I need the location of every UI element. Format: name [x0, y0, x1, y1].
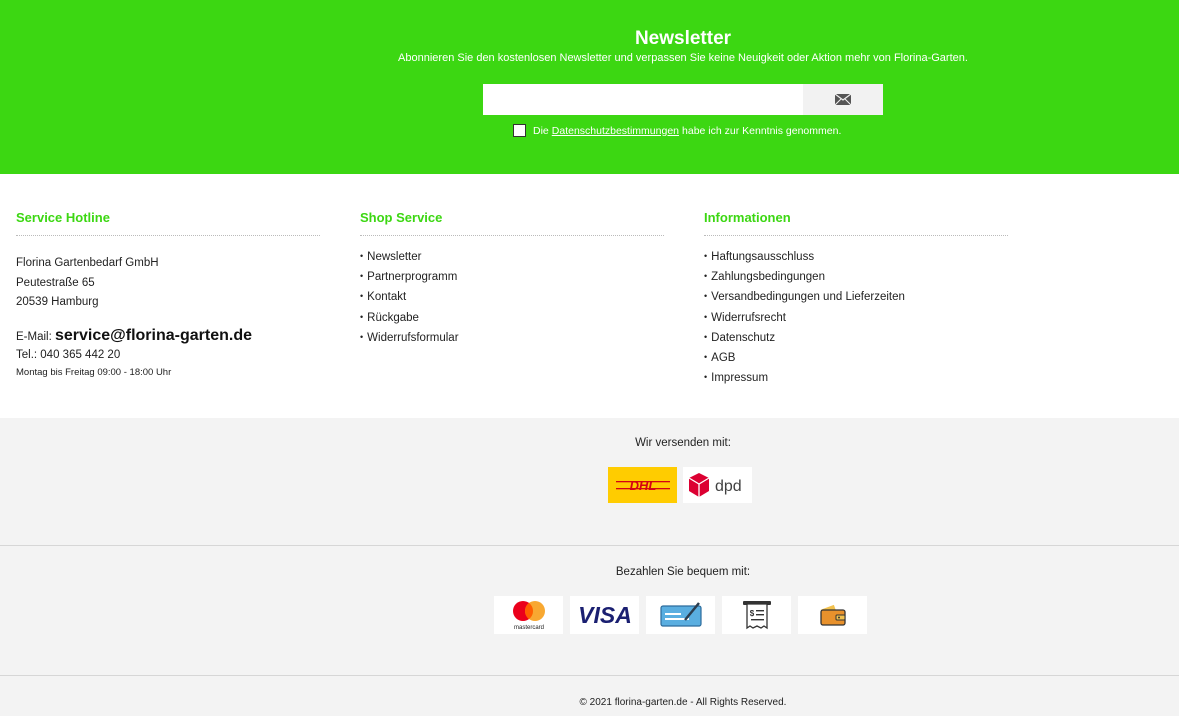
mastercard-logo: mastercard [494, 596, 563, 634]
dhl-logo: DHL [608, 467, 677, 503]
info-link-haftungsausschluss[interactable]: Haftungsausschluss [704, 247, 1008, 267]
company-address: Florina Gartenbedarf GmbH Peutestraße 65… [16, 254, 320, 313]
svg-text:$: $ [749, 609, 754, 618]
service-hotline-column: Service Hotline Florina Gartenbedarf Gmb… [16, 210, 320, 378]
visa-logo: VISA [570, 596, 639, 634]
payment-logos: mastercard VISA $ [494, 596, 867, 634]
newsletter-subtitle: Abonnieren Sie den kostenlosen Newslette… [398, 52, 968, 64]
privacy-consent: Die Datenschutzbestimmungen habe ich zur… [513, 124, 841, 137]
info-link-agb[interactable]: AGB [704, 348, 1008, 368]
newsletter-title: Newsletter [634, 28, 732, 49]
informationen-column: Informationen Haftungsausschluss Zahlung… [704, 210, 1008, 388]
newsletter-form [483, 84, 883, 115]
info-link-versandbedingungen[interactable]: Versandbedingungen und Lieferzeiten [704, 287, 1008, 307]
informationen-list: Haftungsausschluss Zahlungsbedingungen V… [704, 247, 1008, 388]
company-street: Peutestraße 65 [16, 276, 95, 289]
payment-label: Bezahlen Sie bequem mit: [615, 566, 751, 578]
payment-section: Bezahlen Sie bequem mit: mastercard VISA [0, 547, 1179, 676]
newsletter-submit-button[interactable] [803, 84, 883, 115]
company-name: Florina Gartenbedarf GmbH [16, 257, 159, 269]
info-link-impressum[interactable]: Impressum [704, 368, 1008, 388]
email-line: E-Mail: service@florina-garten.de [16, 327, 320, 345]
copyright-text: © 2021 florina-garten.de - All Rights Re… [579, 697, 787, 708]
shop-service-link-rueckgabe[interactable]: Rückgabe [360, 308, 664, 328]
shop-service-link-widerrufsformular[interactable]: Widerrufsformular [360, 328, 664, 348]
shipping-label: Wir versenden mit: [635, 437, 731, 449]
shop-service-list: Newsletter Partnerprogramm Kontakt Rückg… [360, 247, 664, 348]
shop-service-column: Shop Service Newsletter Partnerprogramm … [360, 210, 664, 348]
consent-suffix: habe ich zur Kenntnis genommen. [682, 124, 842, 137]
shop-service-heading: Shop Service [360, 210, 664, 236]
phone-number: Tel.: 040 365 442 20 [16, 348, 121, 361]
newsletter-section: Newsletter Abonnieren Sie den kostenlose… [0, 0, 1179, 174]
footer-links-section: Service Hotline Florina Gartenbedarf Gmb… [0, 174, 1179, 418]
privacy-policy-link[interactable]: Datenschutzbestimmungen [552, 125, 679, 137]
company-city: 20539 Hamburg [16, 296, 99, 308]
consent-prefix: Die [533, 124, 549, 137]
service-hotline-heading: Service Hotline [16, 210, 320, 236]
wallet-icon [798, 596, 867, 634]
info-link-zahlungsbedingungen[interactable]: Zahlungsbedingungen [704, 267, 1008, 287]
newsletter-email-input[interactable] [483, 84, 803, 115]
mastercard-logo-text: mastercard [513, 625, 543, 631]
visa-logo-text: VISA [578, 602, 632, 628]
privacy-consent-checkbox[interactable] [513, 124, 526, 137]
dhl-logo-text: DHL [629, 478, 656, 493]
opening-hours: Montag bis Freitag 09:00 - 18:00 Uhr [16, 366, 172, 378]
shipping-section: Wir versenden mit: DHL dpd [0, 418, 1179, 546]
shop-service-link-partnerprogramm[interactable]: Partnerprogramm [360, 267, 664, 287]
envelope-icon [835, 94, 851, 105]
informationen-heading: Informationen [704, 210, 1008, 236]
email-label: E-Mail: [16, 330, 52, 343]
invoice-icon: $ [722, 596, 791, 634]
dpd-logo: dpd [683, 467, 752, 503]
email-link[interactable]: service@florina-garten.de [55, 327, 252, 344]
info-link-widerrufsrecht[interactable]: Widerrufsrecht [704, 308, 1008, 328]
shop-service-link-newsletter[interactable]: Newsletter [360, 247, 664, 267]
dpd-logo-text: dpd [715, 478, 742, 495]
shop-service-link-kontakt[interactable]: Kontakt [360, 287, 664, 307]
shipping-logos: DHL dpd [608, 467, 752, 503]
check-payment-icon [646, 596, 715, 634]
info-link-datenschutz[interactable]: Datenschutz [704, 328, 1008, 348]
